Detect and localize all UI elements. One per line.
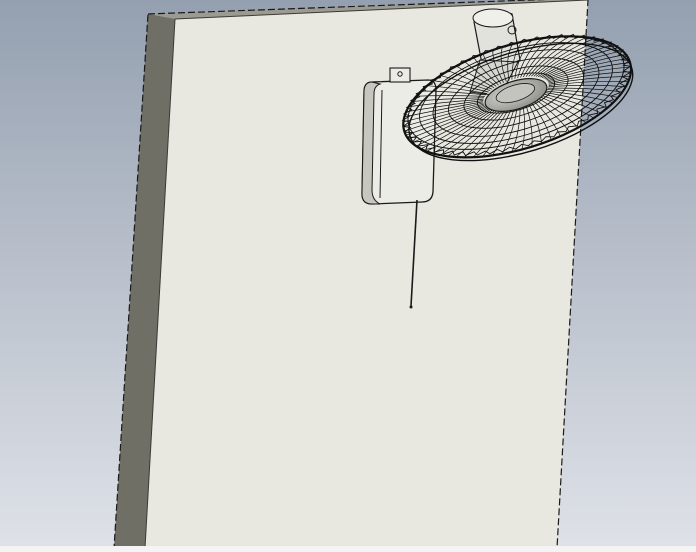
pull-cord-end [409, 305, 413, 309]
viewport-bottom-strip [0, 546, 696, 552]
cad-viewport[interactable] [0, 0, 696, 552]
bracket-mount-tab [389, 67, 411, 83]
model-scene[interactable] [0, 0, 696, 552]
